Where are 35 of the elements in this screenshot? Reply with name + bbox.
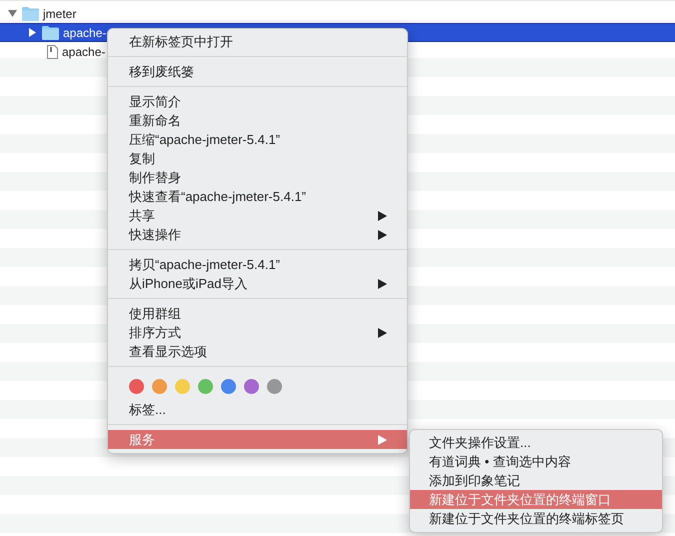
tag-dot[interactable]	[175, 379, 190, 394]
menu-item[interactable]: 快速操作	[108, 225, 407, 244]
tag-dot[interactable]	[129, 379, 144, 394]
menu-item[interactable]: 排序方式	[108, 323, 407, 342]
menu-item[interactable]: 文件夹操作设置...	[410, 433, 662, 452]
menu-item[interactable]: 共享	[108, 206, 407, 225]
menu-item[interactable]: 重新命名	[108, 111, 407, 130]
folder-icon	[42, 26, 59, 40]
file-name[interactable]: jmeter	[43, 6, 76, 20]
menu-item[interactable]: 显示简介	[108, 92, 407, 111]
tag-dot[interactable]	[221, 379, 236, 394]
file-icon	[47, 44, 58, 58]
menu-item[interactable]: 新建位于文件夹位置的终端标签页	[410, 509, 662, 528]
tag-dot[interactable]	[267, 379, 282, 394]
disclosure-triangle-icon[interactable]	[8, 9, 17, 18]
menu-item[interactable]: 移到废纸篓	[108, 62, 407, 81]
menu-item[interactable]: 从iPhone或iPad导入	[108, 274, 407, 293]
menu-item[interactable]: 复制	[108, 149, 407, 168]
file-name[interactable]: apache-	[62, 44, 106, 58]
tag-dot[interactable]	[152, 379, 167, 394]
tag-dot[interactable]	[244, 379, 259, 394]
menu-item[interactable]: 快速查看“apache-jmeter-5.4.1”	[108, 187, 407, 206]
menu-item[interactable]: 有道词典 • 查询选中内容	[410, 452, 662, 471]
menu-item[interactable]: 添加到印象笔记	[410, 471, 662, 490]
menu-item[interactable]: 拷贝“apache-jmeter-5.4.1”	[108, 255, 407, 274]
menu-item[interactable]: 标签...	[108, 400, 407, 419]
menu-item[interactable]: 在新标签页中打开	[108, 32, 407, 51]
tag-dot[interactable]	[198, 379, 213, 394]
disclosure-triangle-icon[interactable]	[28, 28, 37, 37]
folder-icon	[22, 6, 39, 20]
menu-item[interactable]: 查看显示选项	[108, 342, 407, 361]
menu-item[interactable]: 使用群组	[108, 304, 407, 323]
menu-item[interactable]: 压缩“apache-jmeter-5.4.1”	[108, 130, 407, 149]
file-name[interactable]: apache-	[63, 26, 106, 40]
menu-item[interactable]: 制作替身	[108, 168, 407, 187]
